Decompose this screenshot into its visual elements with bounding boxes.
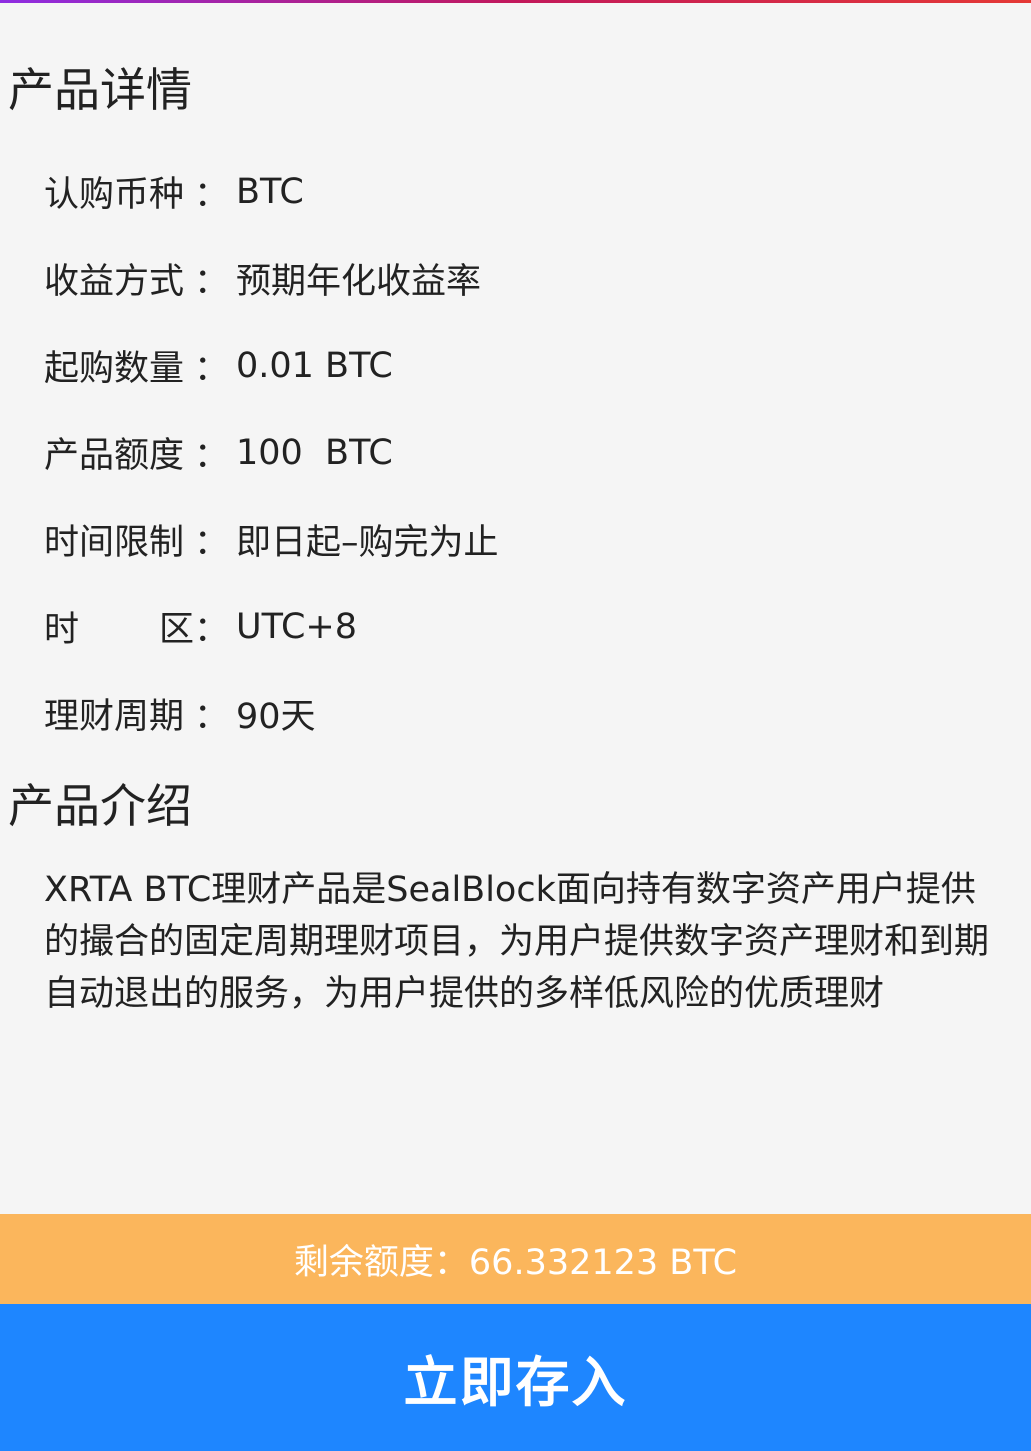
detail-value: 预期年化收益率	[236, 262, 482, 302]
detail-label-first: 时	[44, 610, 80, 650]
remaining-quota-bar: 剩余额度：66.332123 BTC	[0, 1214, 1031, 1304]
detail-row-yield-method: 收益方式 ： 预期年化收益率	[44, 235, 1004, 322]
detail-colon: ：	[194, 175, 230, 215]
detail-label-spaced: 时 区	[44, 601, 194, 652]
detail-label-last: 区	[158, 610, 194, 650]
deposit-now-button[interactable]: 立即存入	[0, 1304, 1031, 1451]
detail-value: BTC	[236, 171, 304, 212]
detail-row-quota: 产品额度 ： 100 BTC	[44, 409, 1004, 496]
detail-value: 即日起–购完为止	[236, 523, 499, 563]
details-section-title: 产品详情	[8, 63, 192, 117]
detail-value: 90天	[236, 697, 316, 737]
top-accent-bar	[0, 0, 1031, 3]
details-list: 认购币种 ： BTC 收益方式 ： 预期年化收益率 起购数量 ： 0.01 BT…	[44, 148, 1004, 757]
detail-colon: ：	[194, 436, 230, 476]
remaining-quota-text: 剩余额度：66.332123 BTC	[293, 1242, 738, 1283]
intro-text: XRTA BTC理财产品是SealBlock面向持有数字资产用户提供的撮合的固定…	[44, 870, 990, 1014]
detail-row-time-limit: 时间限制 ： 即日起–购完为止	[44, 496, 1004, 583]
detail-value: 100 BTC	[236, 432, 393, 473]
detail-colon: ：	[194, 610, 230, 650]
detail-colon: ：	[194, 262, 230, 302]
detail-colon: ：	[194, 697, 230, 737]
detail-colon: ：	[194, 349, 230, 389]
product-page: 产品详情 认购币种 ： BTC 收益方式 ： 预期年化收益率 起购数量 ： 0.…	[0, 0, 1031, 1451]
intro-section-title: 产品介绍	[8, 779, 192, 833]
detail-row-currency: 认购币种 ： BTC	[44, 148, 1004, 235]
detail-label: 时间限制	[44, 523, 185, 563]
detail-value: 0.01 BTC	[236, 345, 393, 386]
detail-label: 产品额度	[44, 436, 185, 476]
detail-row-min-purchase: 起购数量 ： 0.01 BTC	[44, 322, 1004, 409]
detail-label: 认购币种	[44, 175, 185, 215]
detail-label: 起购数量	[44, 349, 185, 389]
detail-row-timezone: 时 区 ： UTC+8	[44, 583, 1004, 670]
detail-colon: ：	[194, 523, 230, 563]
detail-label: 理财周期	[44, 697, 185, 737]
detail-label: 收益方式	[44, 262, 185, 302]
detail-value: UTC+8	[236, 606, 357, 647]
detail-row-period: 理财周期 ： 90天	[44, 670, 1004, 757]
